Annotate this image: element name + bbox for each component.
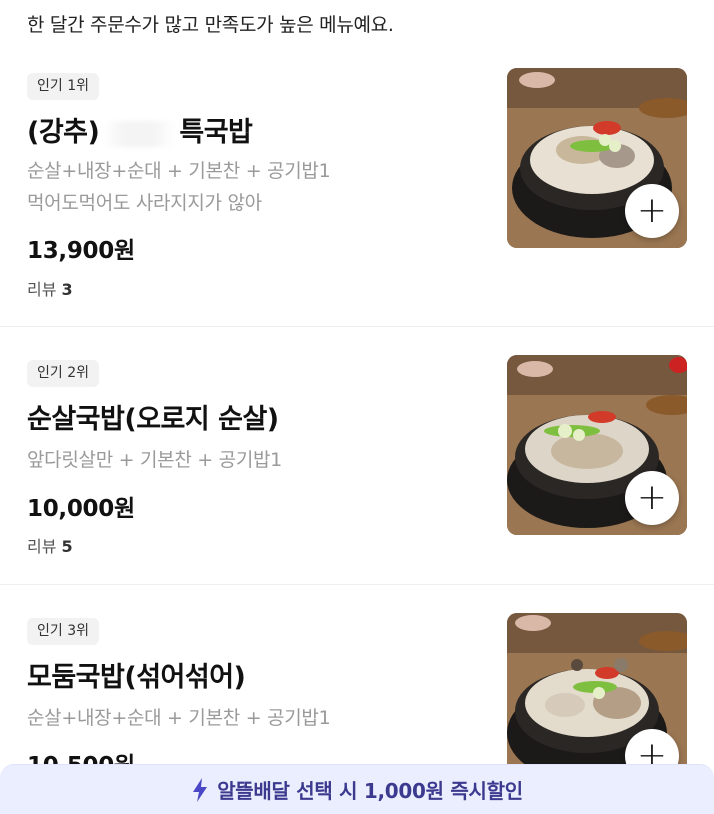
review-number: 5 [61, 537, 73, 556]
menu-title: 모둠국밥(섞어섞어) [27, 662, 246, 693]
review-count: 리뷰 5 [27, 533, 73, 557]
rank-badge: 인기 2위 [27, 360, 99, 387]
lightning-icon [193, 777, 208, 802]
add-to-cart-button[interactable]: + [625, 184, 679, 238]
review-number: 3 [61, 280, 73, 299]
menu-description: 순살+내장+순대 + 기본찬 + 공기밥1 [27, 707, 331, 729]
menu-title: (강추) 특국밥 [27, 110, 253, 149]
menu-photo[interactable]: + [507, 355, 687, 535]
menu-price: 10,000원 [27, 496, 135, 522]
add-to-cart-button[interactable]: + [625, 471, 679, 525]
menu-item[interactable]: 인기 2위 순살국밥(오로지 순살) 앞다릿살만 + 기본찬 + 공기밥1 10… [0, 327, 714, 585]
rank-badge: 인기 1위 [27, 73, 99, 100]
promo-text: 알뜰배달 선택 시 1,000원 즉시할인 [217, 779, 523, 803]
menu-description: 순살+내장+순대 + 기본찬 + 공기밥1 [27, 160, 331, 182]
promo-banner[interactable]: 알뜰배달 선택 시 1,000원 즉시할인 [0, 764, 714, 814]
section-headline: 한 달간 주문수가 많고 만족도가 높은 메뉴예요. [27, 14, 394, 36]
menu-title-prefix: (강추) [27, 117, 100, 148]
rank-badge: 인기 3위 [27, 618, 99, 645]
menu-photo[interactable]: + [507, 68, 687, 248]
menu-title-suffix: 특국밥 [179, 117, 253, 148]
menu-title: 순살국밥(오로지 순살) [27, 404, 279, 435]
review-label: 리뷰 [27, 537, 57, 556]
menu-description: 먹어도먹어도 사라지지가 않아 [27, 192, 262, 214]
menu-description: 앞다릿살만 + 기본찬 + 공기밥1 [27, 449, 282, 471]
menu-item[interactable]: 인기 1위 (강추) 특국밥 순살+내장+순대 + 기본찬 + 공기밥1 먹어도먹… [0, 68, 714, 327]
review-count: 리뷰 3 [27, 276, 73, 300]
review-label: 리뷰 [27, 280, 57, 299]
blurred-text [103, 120, 176, 147]
menu-price: 13,900원 [27, 238, 135, 264]
